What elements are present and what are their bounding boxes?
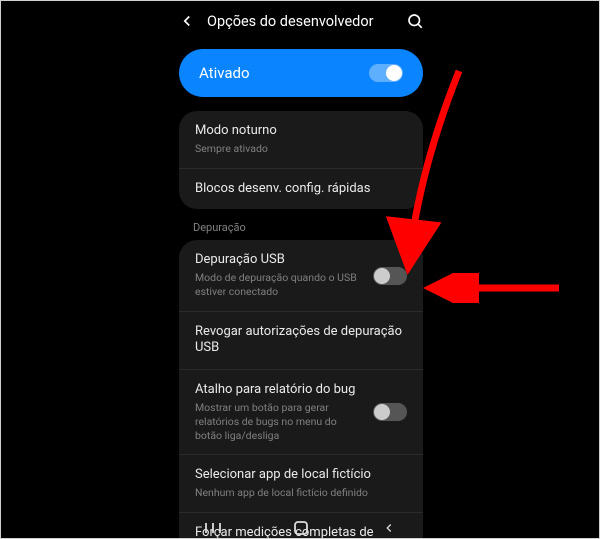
back-icon[interactable] — [177, 11, 197, 31]
row-revoke-usb-auth[interactable]: Revogar autorizações de depuração USB — [179, 311, 423, 370]
developer-options-master-toggle[interactable]: Ativado — [179, 49, 423, 97]
row-subtitle: Sempre ativado — [195, 142, 407, 156]
row-title: Depuração USB — [195, 252, 361, 269]
section-general: Modo noturno Sempre ativado Blocos desen… — [179, 111, 423, 209]
row-quick-dev-tiles[interactable]: Blocos desenv. config. rápidas — [179, 168, 423, 210]
navigation-bar — [169, 510, 433, 539]
annotation-arrow-icon — [419, 273, 559, 303]
row-title: Atalho para relatório do bug — [195, 382, 361, 399]
row-usb-debugging[interactable]: Depuração USB Modo de depuração quando o… — [179, 240, 423, 310]
row-bug-report-shortcut[interactable]: Atalho para relatório do bug Mostrar um … — [179, 369, 423, 454]
back-button[interactable] — [369, 518, 409, 538]
row-night-mode[interactable]: Modo noturno Sempre ativado — [179, 111, 423, 168]
row-title: Selecionar app de local fictício — [195, 467, 407, 484]
app-header: Opções do desenvolvedor — [169, 1, 433, 43]
bug-report-toggle[interactable] — [373, 403, 407, 421]
row-title: Revogar autorizações de depuração USB — [195, 324, 407, 358]
search-icon[interactable] — [405, 11, 425, 31]
recents-button[interactable] — [193, 518, 233, 538]
toggle-switch-icon — [369, 64, 403, 82]
row-subtitle: Nenhum app de local fictício definido — [195, 486, 407, 500]
row-subtitle: Mostrar um botão para gerar relatórios d… — [195, 401, 361, 442]
page-title: Opções do desenvolvedor — [207, 13, 395, 30]
section-header-debugging: Depuração — [169, 221, 433, 240]
row-mock-location-app[interactable]: Selecionar app de local fictício Nenhum … — [179, 454, 423, 512]
master-toggle-label: Ativado — [199, 64, 250, 82]
row-title: Modo noturno — [195, 123, 407, 140]
home-button[interactable] — [281, 518, 321, 538]
row-subtitle: Modo de depuração quando o USB estiver c… — [195, 271, 361, 298]
row-title: Blocos desenv. config. rápidas — [195, 181, 407, 198]
usb-debugging-toggle[interactable] — [373, 267, 407, 285]
section-debugging: Depuração USB Modo de depuração quando o… — [179, 240, 423, 539]
